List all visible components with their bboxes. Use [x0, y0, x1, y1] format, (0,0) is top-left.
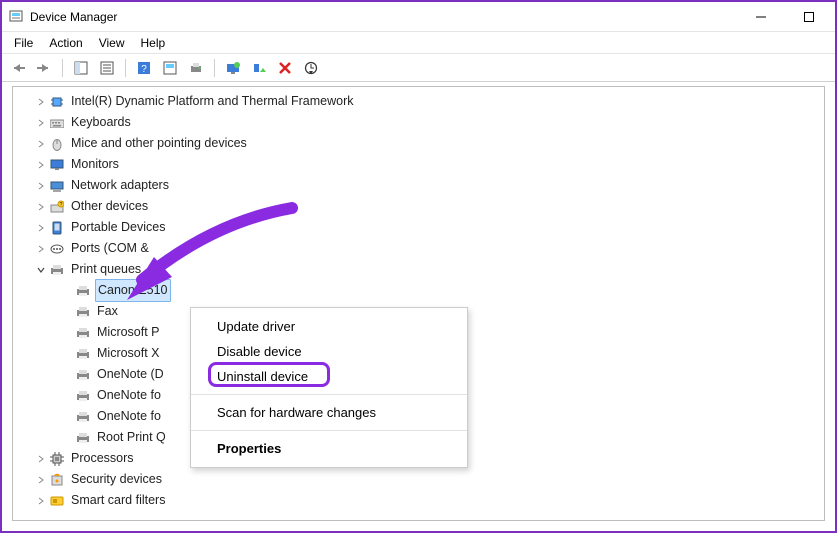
menu-action[interactable]: Action [41, 34, 90, 52]
tree-node-label: Print queues [69, 259, 143, 280]
tree-node-label: Canon E510 [95, 279, 171, 302]
show-hide-button[interactable] [69, 57, 93, 79]
highlight-annotation [208, 362, 330, 387]
tree-node-label: Keyboards [69, 112, 133, 133]
tree-node-label: Microsoft X [95, 343, 162, 364]
separator [191, 430, 467, 431]
tree-node-label: Fax [95, 301, 120, 322]
context-menu-properties[interactable]: Properties [191, 436, 467, 461]
tree-node[interactable]: Monitors [13, 154, 824, 175]
other-icon: ? [49, 199, 65, 215]
scan-hardware-button[interactable] [299, 57, 323, 79]
tree-node-label: Mice and other pointing devices [69, 133, 249, 154]
tree-node[interactable]: Mice and other pointing devices [13, 133, 824, 154]
title-bar: Device Manager [2, 2, 835, 32]
update-driver-button[interactable] [221, 57, 245, 79]
processor-icon [49, 451, 65, 467]
svg-text:?: ? [141, 64, 147, 75]
printer-icon [75, 304, 91, 320]
context-menu-scan[interactable]: Scan for hardware changes [191, 400, 467, 425]
printer-icon [75, 430, 91, 446]
action-button[interactable] [158, 57, 182, 79]
tree-node-label: Intel(R) Dynamic Platform and Thermal Fr… [69, 91, 355, 112]
context-menu: Update driver Disable device Uninstall d… [190, 307, 468, 468]
maximize-button[interactable] [795, 7, 823, 27]
chevron-right-icon [35, 117, 47, 129]
mouse-icon [49, 136, 65, 152]
tree-node-printer[interactable]: Canon E510 [13, 280, 824, 301]
chevron-right-icon [35, 159, 47, 171]
window-title: Device Manager [30, 10, 747, 24]
printer-icon [49, 262, 65, 278]
app-icon [8, 9, 24, 25]
tree-node[interactable]: Intel(R) Dynamic Platform and Thermal Fr… [13, 91, 824, 112]
tree-node-label: Monitors [69, 154, 121, 175]
network-icon [49, 178, 65, 194]
context-menu-update[interactable]: Update driver [191, 314, 467, 339]
printer-icon [75, 325, 91, 341]
back-button[interactable] [6, 57, 30, 79]
tree-node[interactable]: Portable Devices [13, 217, 824, 238]
printer-icon [75, 346, 91, 362]
tree-node-label: OneNote fo [95, 385, 163, 406]
tree-node-label: OneNote (D [95, 364, 166, 385]
chevron-right-icon [35, 453, 47, 465]
chevron-right-icon [35, 201, 47, 213]
printer-icon [75, 388, 91, 404]
printer-icon [75, 409, 91, 425]
uninstall-device-button[interactable] [273, 57, 297, 79]
tree-node-label: OneNote fo [95, 406, 163, 427]
svg-text:?: ? [60, 202, 63, 208]
chevron-right-icon [35, 180, 47, 192]
tree-node-label: Smart card filters [69, 490, 167, 511]
disable-device-button[interactable] [247, 57, 271, 79]
tree-node-label: Security devices [69, 469, 164, 490]
menu-view[interactable]: View [91, 34, 133, 52]
tree-node[interactable]: ? Other devices [13, 196, 824, 217]
keyboard-icon [49, 115, 65, 131]
chip-icon [49, 94, 65, 110]
printer-icon [75, 367, 91, 383]
context-menu-disable[interactable]: Disable device [191, 339, 467, 364]
tree-node[interactable]: Keyboards [13, 112, 824, 133]
smartcard-icon [49, 493, 65, 509]
tree-node-label: Network adapters [69, 175, 171, 196]
menu-file[interactable]: File [6, 34, 41, 52]
toolbar: ? [2, 54, 835, 82]
chevron-down-icon [35, 264, 47, 276]
tree-node-label: Root Print Q [95, 427, 168, 448]
separator [191, 394, 467, 395]
menu-bar: File Action View Help [2, 32, 835, 54]
tree-node-label: Microsoft P [95, 322, 162, 343]
chevron-right-icon [35, 243, 47, 255]
chevron-right-icon [35, 96, 47, 108]
tree-node-label: Ports (COM & [69, 238, 151, 259]
properties-button[interactable] [95, 57, 119, 79]
printer-icon [75, 283, 91, 299]
tree-node-label: Processors [69, 448, 136, 469]
ports-icon [49, 241, 65, 257]
chevron-right-icon [35, 138, 47, 150]
tree-node-label: Portable Devices [69, 217, 168, 238]
chevron-right-icon [35, 222, 47, 234]
tree-node[interactable]: Ports (COM & [13, 238, 824, 259]
security-icon [49, 472, 65, 488]
tree-node[interactable]: Network adapters [13, 175, 824, 196]
tree-node[interactable]: Security devices [13, 469, 824, 490]
help-button[interactable]: ? [132, 57, 156, 79]
chevron-right-icon [35, 495, 47, 507]
chevron-right-icon [35, 474, 47, 486]
minimize-button[interactable] [747, 7, 775, 27]
forward-button[interactable] [32, 57, 56, 79]
print-button[interactable] [184, 57, 208, 79]
tree-node-print-queues[interactable]: Print queues [13, 259, 824, 280]
portable-icon [49, 220, 65, 236]
tree-node[interactable]: Smart card filters [13, 490, 824, 511]
menu-help[interactable]: Help [133, 34, 174, 52]
tree-node-label: Other devices [69, 196, 150, 217]
monitor-icon [49, 157, 65, 173]
